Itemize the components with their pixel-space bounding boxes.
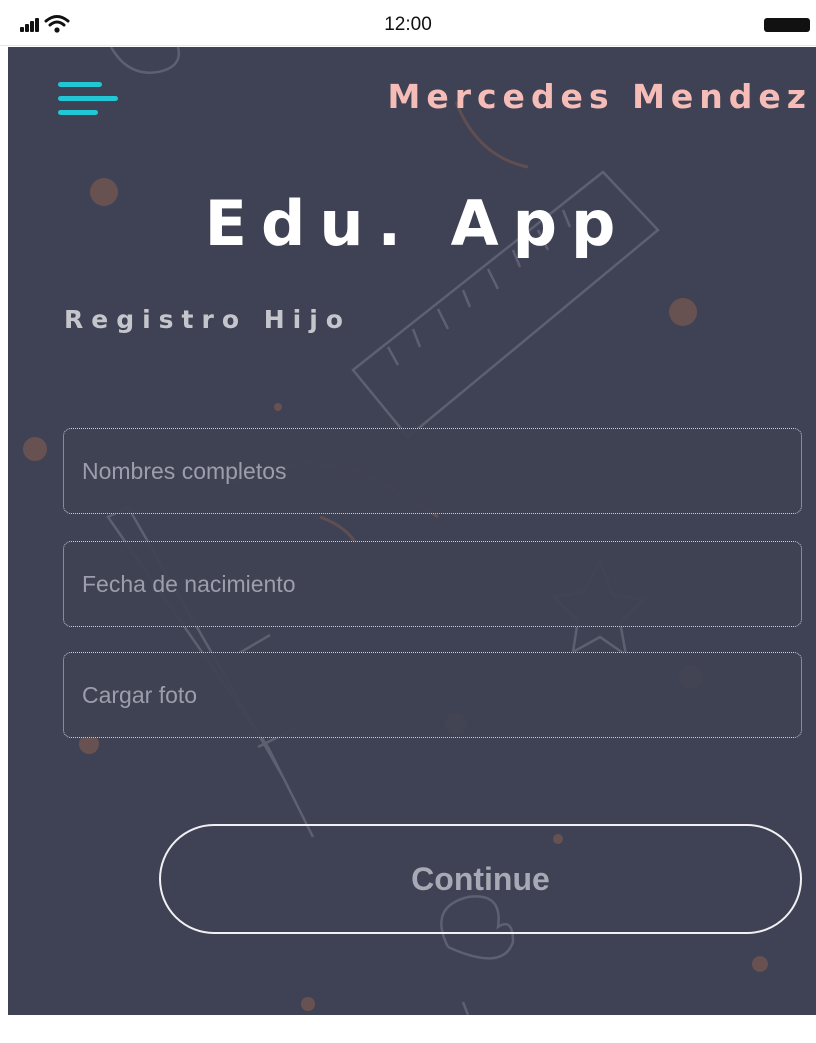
bottom-margin	[0, 1015, 816, 1043]
battery-icon	[764, 18, 816, 32]
full-name-input[interactable]	[64, 429, 801, 513]
hamburger-menu-icon[interactable]	[58, 82, 120, 130]
app-title: Edu. App	[204, 187, 630, 260]
app-screen: Mercedes Mendez Edu. App Registro Hijo C…	[8, 47, 816, 1015]
continue-button[interactable]: Continue	[159, 824, 802, 934]
upload-photo-input[interactable]	[64, 653, 801, 737]
status-time: 12:00	[384, 14, 432, 35]
birth-date-field	[63, 541, 802, 627]
birth-date-input[interactable]	[64, 542, 801, 626]
status-bar: 12:00	[0, 0, 816, 46]
user-name: Mercedes Mendez	[387, 77, 812, 116]
section-title: Registro Hijo	[64, 305, 351, 334]
full-name-field	[63, 428, 802, 514]
photo-field	[63, 652, 802, 738]
